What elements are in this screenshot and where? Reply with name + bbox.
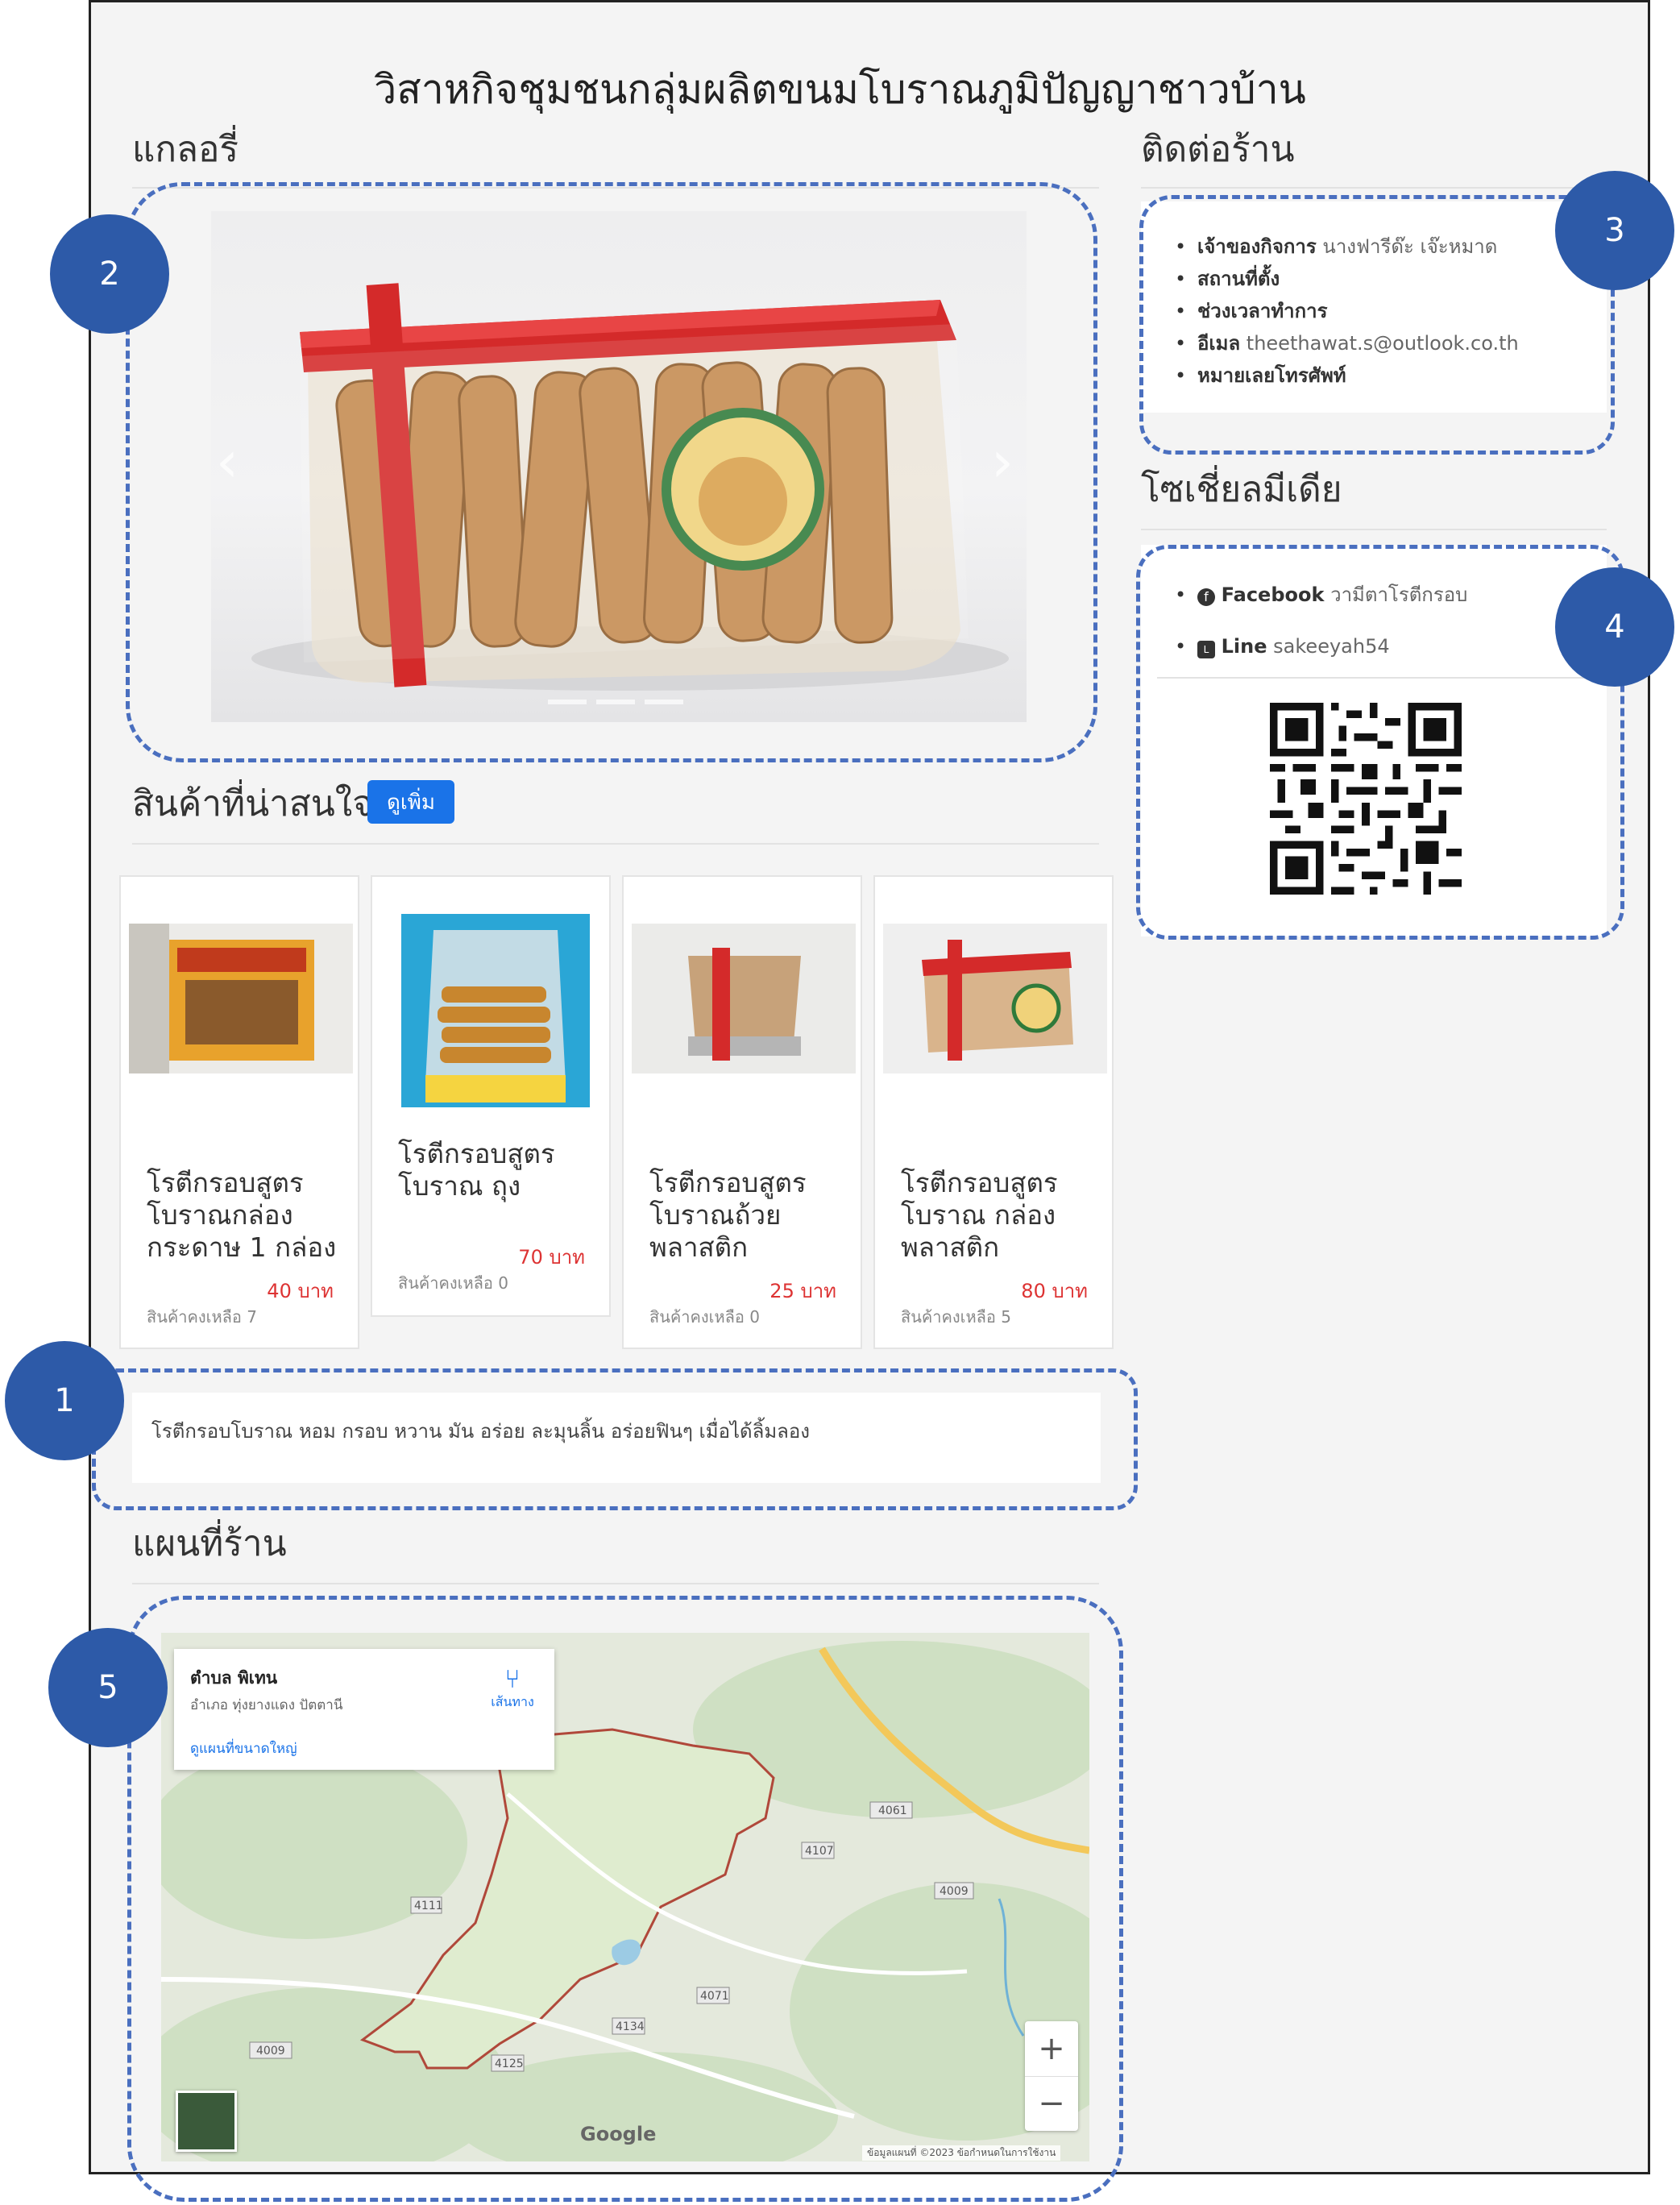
annotation-badge-4: 4	[1555, 567, 1674, 687]
product-image	[401, 914, 590, 1107]
annotation-box-5	[127, 1596, 1123, 2202]
product-title-line: พลาสติก	[649, 1231, 749, 1263]
product-title-line: โรตีกรอบสูตร	[901, 1167, 1058, 1198]
product-stock: สินค้าคงเหลือ 0	[398, 1273, 509, 1293]
annotation-badge-1: 1	[5, 1341, 124, 1460]
product-title-line: กระดาษ 1 กล่อง	[147, 1231, 337, 1263]
social-heading: โซเชี่ยลมีเดีย	[1141, 469, 1342, 510]
product-stock: สินค้าคงเหลือ 0	[649, 1307, 761, 1327]
product-card[interactable]: โรตีกรอบสูตร โบราณกล่อง กระดาษ 1 กล่อง 4…	[119, 875, 359, 1349]
product-title-line: โรตีกรอบสูตร	[398, 1138, 555, 1169]
more-products-button[interactable]: ดูเพิ่ม	[367, 780, 454, 824]
product-price: 80 บาท	[1021, 1280, 1088, 1302]
divider	[132, 843, 1099, 845]
annotation-box-1	[92, 1368, 1138, 1510]
product-card[interactable]: โรตีกรอบสูตร โบราณ ถุง 70 บาท สินค้าคงเห…	[371, 875, 611, 1317]
site-title: วิสาหกิจชุมชนกลุ่มผลิตขนมโบราณภูมิปัญญาช…	[374, 66, 1306, 113]
annotation-badge-2: 2	[50, 214, 169, 334]
product-price: 40 บาท	[267, 1280, 334, 1302]
annotation-badge-5: 5	[48, 1628, 168, 1747]
annotation-box-2	[126, 182, 1097, 762]
product-image	[129, 924, 353, 1073]
divider	[1141, 187, 1607, 189]
product-stock: สินค้าคงเหลือ 5	[901, 1307, 1012, 1327]
product-title-line: โบราณ กล่อง	[901, 1199, 1056, 1231]
product-title-line: โบราณ ถุง	[398, 1170, 521, 1202]
map-heading: แผนที่ร้าน	[132, 1523, 287, 1564]
product-title-line: โบราณถ้วย	[649, 1199, 782, 1231]
product-card[interactable]: โรตีกรอบสูตร โบราณถ้วย พลาสติก 25 บาท สิ…	[622, 875, 862, 1349]
divider	[132, 1583, 1099, 1584]
product-image	[632, 924, 856, 1073]
annotation-box-3	[1139, 195, 1615, 455]
annotation-box-4	[1136, 545, 1624, 940]
product-title-line: โรตีกรอบสูตร	[147, 1167, 304, 1198]
product-title-line: พลาสติก	[901, 1231, 1000, 1263]
product-card[interactable]: โรตีกรอบสูตร โบราณ กล่อง พลาสติก 80 บาท …	[873, 875, 1114, 1349]
gallery-heading: แกลอรี่	[132, 129, 239, 170]
product-title-line: โบราณกล่อง	[147, 1199, 293, 1231]
annotation-badge-3: 3	[1555, 171, 1674, 290]
product-stock: สินค้าคงเหลือ 7	[147, 1307, 258, 1327]
product-title-line: โรตีกรอบสูตร	[649, 1167, 807, 1198]
product-price: 70 บาท	[518, 1246, 585, 1269]
product-price: 25 บาท	[769, 1280, 836, 1302]
products-heading: สินค้าที่น่าสนใจ	[132, 783, 374, 824]
product-image	[883, 924, 1107, 1073]
divider	[1141, 529, 1607, 530]
contact-heading: ติดต่อร้าน	[1141, 129, 1295, 170]
